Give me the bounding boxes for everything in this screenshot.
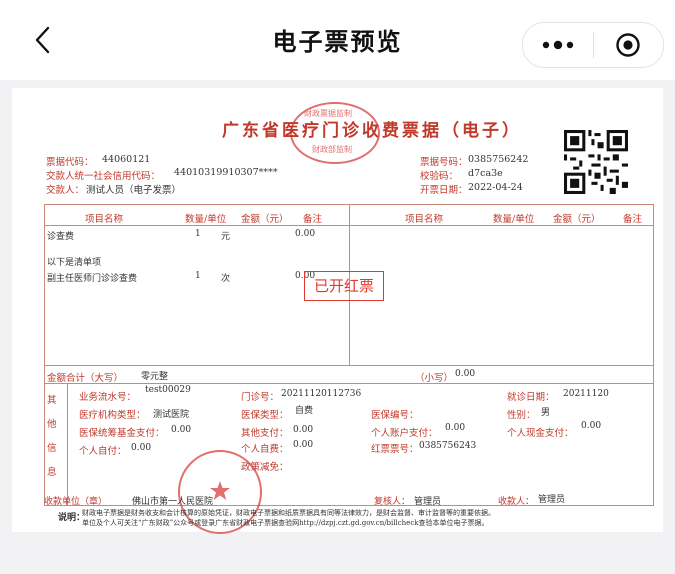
label-check-code: 校验码： [420, 171, 459, 182]
gender: 男 [541, 408, 551, 418]
invoice-date: 2022-04-24 [468, 182, 523, 193]
item-unit: 元 [221, 232, 231, 242]
col-header: 项目名称 [405, 214, 444, 225]
label-payer-credit: 交款人统一社会信用代码： [46, 171, 161, 182]
col-header: 金额（元） [553, 214, 601, 225]
check-code: d7ca3e [468, 168, 503, 179]
unit-label: 收款单位（章） [44, 497, 108, 507]
account-pay: 0.00 [445, 423, 466, 433]
gender-label: 性别： [507, 410, 536, 421]
invoice-number: 0385756242 [468, 154, 529, 165]
red-no-label: 红票票号： [371, 444, 419, 455]
payer-credit: 44010319910307**** [174, 167, 278, 178]
more-dots-icon [542, 40, 574, 50]
note-line-1: 财政电子票据是财务收支和会计核算的原始凭证，财政电子票据和纸质票据具有同等法律效… [82, 509, 495, 517]
insurance-type-label: 医保类型： [241, 410, 289, 421]
visit-date: 20211120 [563, 389, 609, 399]
payer: 测试人员（电子发票） [86, 185, 182, 196]
reviewer-label: 复核人： [374, 497, 411, 507]
note-line-2: 单位及个人可关注“广东财政”公众号或登录广东省财政电子票据查验网http://d… [82, 519, 489, 527]
col-header: 备注 [303, 214, 323, 225]
label-code: 票据代码： [46, 157, 94, 168]
cash-pay: 0.00 [581, 421, 602, 431]
total-upper: 零元整 [141, 372, 169, 382]
serial: test00029 [145, 385, 191, 395]
table-divider [45, 383, 653, 384]
total-lower: 0.00 [455, 369, 476, 379]
item-amount: 0.00 [295, 229, 316, 239]
total-upper-label: 金额合计（大写） [47, 373, 124, 384]
self-pay: 0.00 [131, 443, 152, 453]
item-qty: 1 [195, 229, 201, 239]
page-bottom-area [0, 542, 675, 574]
label-number: 票据号码： [420, 157, 468, 168]
item-name: 副主任医师门诊诊查费 [47, 274, 138, 284]
total-lower-label: （小写） [415, 373, 454, 384]
self-fee-label: 个人自费： [241, 444, 289, 455]
pool-label: 医保统筹基金支付： [79, 428, 165, 439]
note-label: 说明： [58, 513, 86, 523]
reviewer: 管理员 [414, 497, 442, 507]
serial-label: 业务流水号： [79, 392, 137, 403]
other-pay: 0.00 [293, 425, 314, 435]
cashier-label: 收款人： [498, 497, 535, 507]
target-circle-icon [616, 33, 640, 57]
issued-red-stamp: 已开红票 [304, 271, 384, 301]
insurance-no-label: 医保编号： [371, 410, 419, 421]
invoice-title: 广东省医疗门诊收费票据（电子） [222, 121, 522, 141]
table-divider [45, 365, 653, 366]
outpatient: 20211120112736 [281, 389, 362, 399]
seal-bottom-text: 财政部监制 [312, 145, 352, 154]
col-header: 数量/单位 [493, 214, 535, 225]
red-no: 0385756243 [419, 441, 477, 451]
invoice-code: 44060121 [102, 154, 151, 165]
invoice-sheet: 财政票据监制 财政部监制 广东省医疗门诊收费票据（电子） 票据代码： 44060… [12, 88, 663, 534]
menu-capsule [522, 22, 664, 68]
cash-pay-label: 个人现金支付： [507, 428, 574, 439]
insurance-type: 自费 [295, 406, 314, 416]
outpatient-label: 门诊号： [241, 392, 280, 403]
items-table: 项目名称 数量/单位 金额（元） 备注 项目名称 数量/单位 金额（元） 备注 … [44, 204, 654, 506]
org-type: 测试医院 [153, 410, 190, 420]
other-info-label: 其他信息 [47, 395, 57, 478]
col-header: 数量/单位 [185, 214, 227, 225]
unit: 佛山市第一人民医院 [132, 497, 214, 507]
label-date: 开票日期： [420, 185, 468, 196]
invoice: 财政票据监制 财政部监制 广东省医疗门诊收费票据（电子） 票据代码： 44060… [22, 98, 654, 534]
item-unit: 次 [221, 274, 231, 284]
item-name: 诊查费 [47, 232, 75, 242]
pool: 0.00 [171, 425, 192, 435]
other-pay-label: 其他支付： [241, 428, 289, 439]
visit-date-label: 就诊日期： [507, 392, 555, 403]
label-payer: 交款人： [46, 185, 85, 196]
self-fee: 0.00 [293, 440, 314, 450]
more-button[interactable] [523, 23, 593, 67]
col-header: 金额（元） [241, 214, 289, 225]
self-pay-label: 个人自付： [79, 446, 127, 457]
top-nav-bar: 电子票预览 [0, 0, 675, 80]
close-miniprogram-button[interactable] [594, 23, 662, 67]
item-name: 以下是清单项 [47, 258, 102, 268]
qr-code-icon[interactable] [564, 130, 628, 194]
org-type-label: 医疗机构类型： [79, 410, 146, 421]
table-divider [67, 383, 68, 505]
col-header: 备注 [623, 214, 643, 225]
col-header: 项目名称 [85, 214, 124, 225]
cashier: 管理员 [538, 495, 566, 505]
item-qty: 1 [195, 271, 201, 281]
account-pay-label: 个人账户支付： [371, 428, 438, 439]
